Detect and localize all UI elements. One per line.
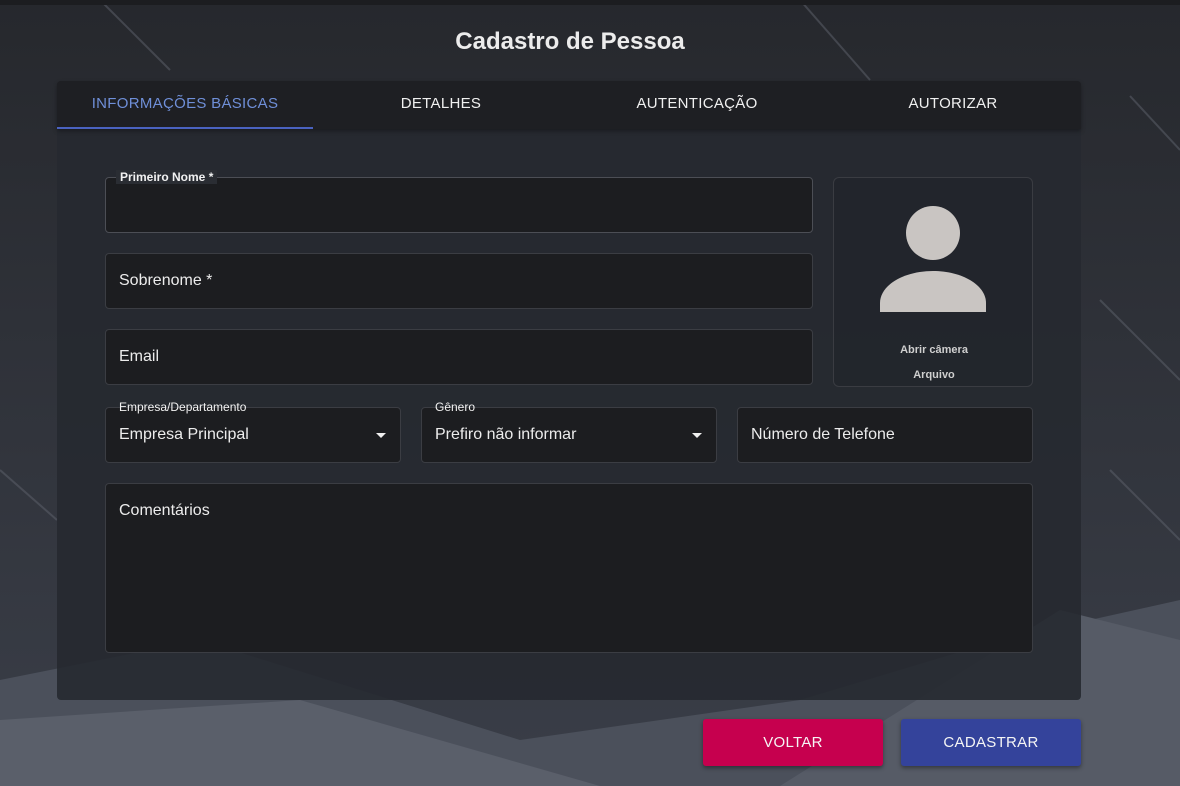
tab-basic-info[interactable]: INFORMAÇÕES BÁSICAS [57,81,313,129]
phone-placeholder: Número de Telefone [751,426,895,443]
gender-select[interactable]: Gênero Prefiro não informar [421,400,717,463]
company-value: Empresa Principal [119,426,249,443]
company-select[interactable]: Empresa/Departamento Empresa Principal [105,400,401,463]
avatar-placeholder-icon [880,206,986,312]
submit-button[interactable]: CADASTRAR [901,719,1081,766]
photo-panel: Abrir câmera Arquivo [833,177,1033,387]
open-camera-link[interactable]: Abrir câmera [834,344,1034,356]
page-title: Cadastro de Pessoa [455,28,685,55]
top-bar [0,0,1180,5]
tab-details[interactable]: DETALHES [313,81,569,129]
first-name-label: Primeiro Nome * [116,170,218,184]
chevron-down-icon [376,433,386,438]
comments-field[interactable]: Comentários [105,483,1033,653]
form-card: INFORMAÇÕES BÁSICAS DETALHES AUTENTICAÇÃ… [57,81,1081,700]
phone-field[interactable]: Número de Telefone [737,407,1033,463]
first-name-field[interactable]: Primeiro Nome * [105,170,813,233]
tab-bar: INFORMAÇÕES BÁSICAS DETALHES AUTENTICAÇÃ… [57,81,1081,129]
gender-label: Gênero [435,400,476,414]
file-upload-link[interactable]: Arquivo [834,369,1034,381]
tab-authorize[interactable]: AUTORIZAR [825,81,1081,129]
chevron-down-icon [692,433,702,438]
gender-value: Prefiro não informar [435,426,577,443]
tab-authentication[interactable]: AUTENTICAÇÃO [569,81,825,129]
comments-placeholder: Comentários [119,502,210,519]
email-placeholder: Email [119,348,160,365]
email-field[interactable]: Email [105,329,813,385]
company-label: Empresa/Departamento [119,400,247,414]
last-name-field[interactable]: Sobrenome * [105,253,813,309]
last-name-placeholder: Sobrenome * [119,272,213,289]
back-button[interactable]: VOLTAR [703,719,883,766]
